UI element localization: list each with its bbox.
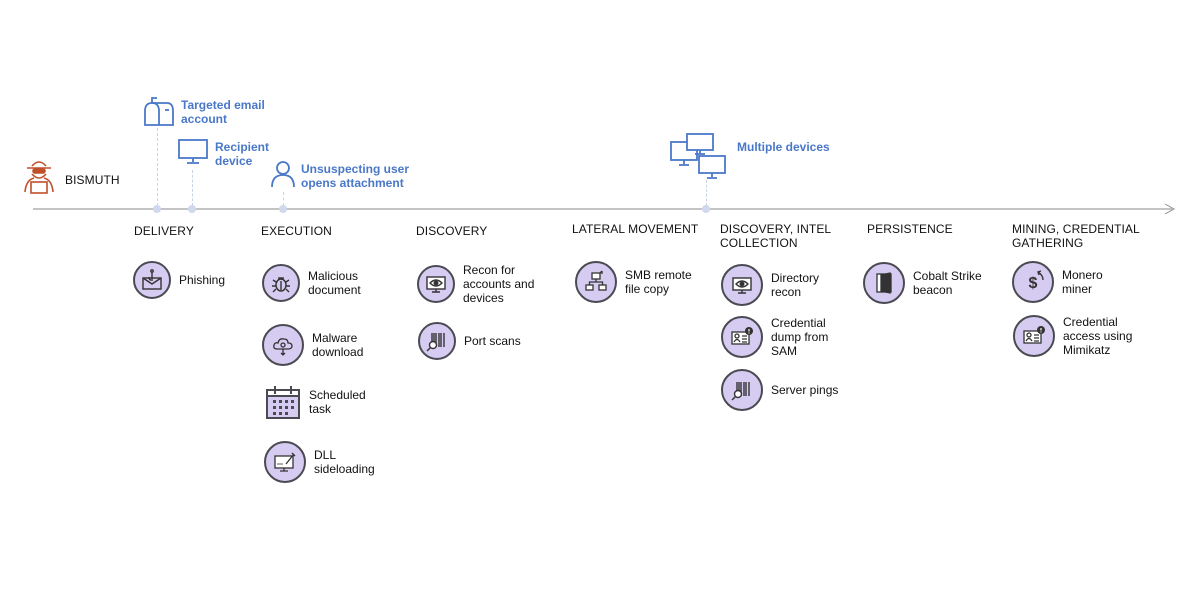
svg-text:$: $ bbox=[1029, 275, 1038, 292]
technique-mimikatz: Credential access using Mimikatz bbox=[1013, 315, 1158, 357]
mailbox-icon bbox=[143, 97, 175, 132]
id-card-alert-icon bbox=[1013, 315, 1055, 357]
timeline-dot-multiple bbox=[702, 205, 710, 213]
door-icon bbox=[863, 262, 905, 304]
network-icon bbox=[575, 261, 617, 303]
phase-title-discovery-intel: DISCOVERY, INTEL COLLECTION bbox=[720, 222, 831, 250]
technique-dll-sideloading: DLL sideloading bbox=[264, 441, 384, 483]
technique-smb-remote-copy: SMB remote file copy bbox=[575, 261, 700, 303]
connector-user bbox=[283, 192, 284, 206]
phase-title-discovery: DISCOVERY bbox=[416, 224, 488, 238]
monitor-icon bbox=[178, 139, 208, 170]
event-label-user: Unsuspecting user opens attachment bbox=[301, 162, 410, 190]
dollar-cycle-icon: $ bbox=[1012, 261, 1054, 303]
technique-directory-recon: Directory recon bbox=[721, 264, 831, 306]
technique-port-scans: Port scans bbox=[418, 322, 521, 360]
phase-title-lateral-movement: LATERAL MOVEMENT bbox=[572, 222, 699, 236]
actor-name: BISMUTH bbox=[65, 173, 120, 187]
multiple-monitors-icon bbox=[669, 132, 729, 185]
bug-icon bbox=[262, 264, 300, 302]
dll-injection-icon bbox=[264, 441, 306, 483]
technique-malware-download: Malware download bbox=[262, 324, 382, 366]
technique-label: Credential access using Mimikatz bbox=[1063, 315, 1133, 357]
technique-label: Credential dump from SAM bbox=[771, 316, 829, 358]
technique-label: Monero miner bbox=[1062, 268, 1103, 296]
timeline-dot-email bbox=[153, 205, 161, 213]
eye-monitor-icon bbox=[417, 265, 455, 303]
event-label-device: Recipient device bbox=[215, 140, 270, 168]
event-label-email: Targeted email account bbox=[181, 98, 265, 126]
technique-phishing: Phishing bbox=[133, 261, 225, 299]
technique-scheduled-task: Scheduled task bbox=[265, 384, 379, 420]
technique-label: DLL sideloading bbox=[314, 448, 375, 476]
connector-device bbox=[192, 170, 193, 206]
technique-label: Malware download bbox=[312, 331, 364, 359]
connector-email bbox=[157, 128, 158, 206]
user-icon bbox=[270, 160, 296, 193]
technique-label: Recon for accounts and devices bbox=[463, 263, 535, 305]
barcode-scan-icon bbox=[418, 322, 456, 360]
phishing-icon bbox=[133, 261, 171, 299]
technique-label: Cobalt Strike beacon bbox=[913, 269, 982, 297]
technique-label: Phishing bbox=[179, 273, 226, 287]
technique-label: Port scans bbox=[464, 334, 521, 348]
technique-credential-dump: Credential dump from SAM bbox=[721, 316, 836, 358]
technique-recon-accounts: Recon for accounts and devices bbox=[417, 263, 548, 305]
hacker-icon bbox=[24, 161, 54, 194]
phase-title-persistence: PERSISTENCE bbox=[867, 222, 953, 236]
technique-server-pings: Server pings bbox=[721, 369, 838, 411]
technique-label: Server pings bbox=[771, 383, 839, 397]
eye-monitor-icon bbox=[721, 264, 763, 306]
technique-label: Malicious document bbox=[308, 269, 361, 297]
event-label-multiple: Multiple devices bbox=[737, 140, 830, 154]
technique-label: SMB remote file copy bbox=[625, 268, 692, 296]
technique-label: Directory recon bbox=[771, 271, 820, 299]
technique-malicious-document: Malicious document bbox=[262, 264, 378, 302]
barcode-scan-icon bbox=[721, 369, 763, 411]
technique-label: Scheduled task bbox=[309, 388, 366, 416]
technique-cobalt-strike: Cobalt Strike beacon bbox=[863, 262, 993, 304]
actor bbox=[22, 158, 56, 199]
phase-title-execution: EXECUTION bbox=[261, 224, 332, 238]
timeline-dot-user bbox=[279, 205, 287, 213]
cloud-download-icon bbox=[262, 324, 304, 366]
timeline-dot-device bbox=[188, 205, 196, 213]
id-card-alert-icon bbox=[721, 316, 763, 358]
technique-monero-miner: $ Monero miner bbox=[1012, 261, 1122, 303]
calendar-icon bbox=[265, 384, 301, 420]
phase-title-mining: MINING, CREDENTIAL GATHERING bbox=[1012, 222, 1140, 250]
phase-title-delivery: DELIVERY bbox=[134, 224, 194, 238]
